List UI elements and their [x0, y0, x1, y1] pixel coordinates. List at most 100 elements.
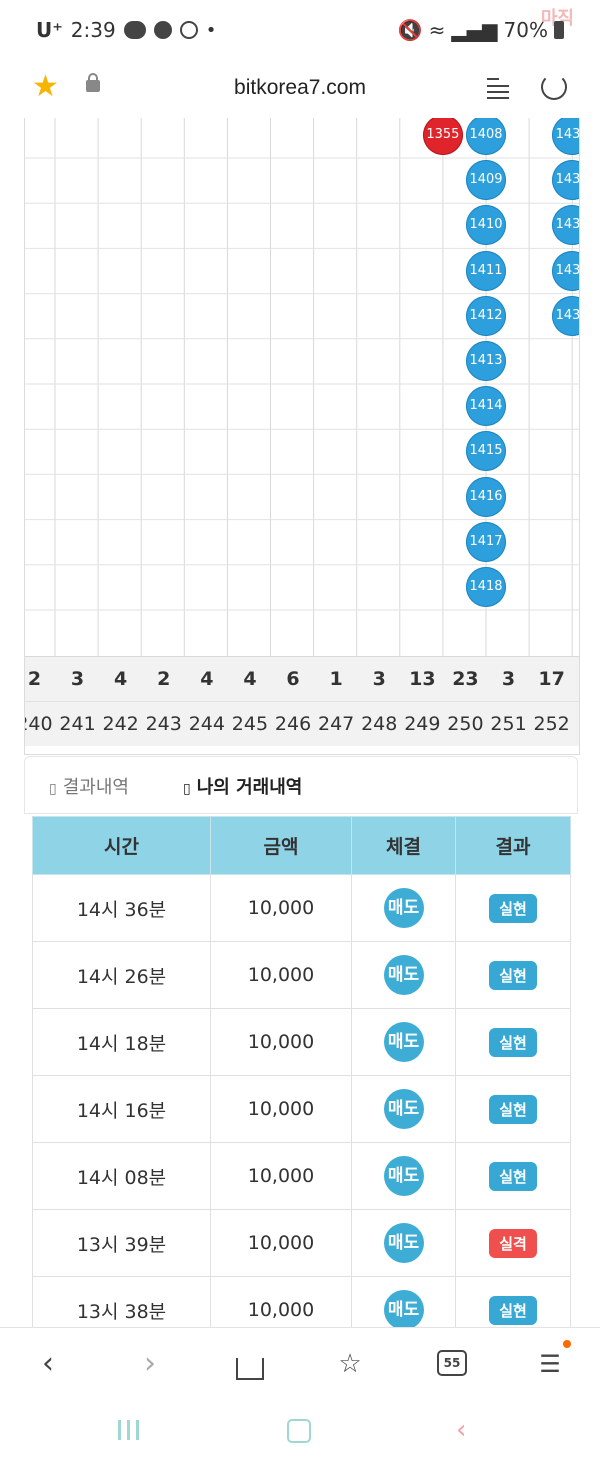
chat-icon — [153, 21, 172, 39]
tab-my-trades-label: 나의 거래내역 — [196, 777, 303, 798]
header-result: 결과 — [455, 816, 571, 875]
round-count-cell: 4 — [200, 668, 214, 690]
reader-mode-icon[interactable] — [487, 76, 509, 99]
reload-icon[interactable] — [541, 74, 567, 100]
round-number-cell: 242 — [102, 713, 139, 735]
bead-result-blue: 1416 — [466, 476, 506, 517]
status-right: 🔇 ≈ ▂▄▆ 70% — [398, 18, 564, 42]
menu-icon[interactable]: ☰ — [530, 1344, 570, 1384]
tab-icon: ▯ — [183, 781, 191, 797]
system-home-icon[interactable] — [287, 1419, 311, 1443]
round-number-cell: 252 — [533, 713, 570, 735]
bead-result-blue: 1418 — [466, 567, 506, 607]
history-tabs: ▯ 결과내역 ▯ 나의 거래내역 — [24, 756, 578, 814]
menu-notification-dot — [563, 1340, 571, 1348]
trade-fill-cell: 매도 — [351, 874, 456, 942]
round-number-row: 240 241 242 243 244 245246 247 248 249 250 251 252 — [25, 701, 579, 746]
recent-apps-icon[interactable] — [118, 1420, 142, 1440]
tab-my-trades[interactable]: ▯ 나의 거래내역 — [183, 773, 302, 799]
round-count-cell: 13 — [409, 668, 436, 690]
header-time: 시간 — [32, 816, 211, 875]
round-number-cell: 243 — [145, 713, 182, 735]
trade-fill-cell: 매도 — [351, 1209, 456, 1277]
table-row: 14시 18분 10,000 매도 실현 — [32, 1008, 571, 1076]
trade-amount: 10,000 — [210, 1008, 352, 1076]
trade-result-cell: 실현 — [455, 874, 571, 942]
round-number-cell: 250 — [447, 713, 484, 735]
back-icon[interactable]: ‹ — [28, 1344, 68, 1384]
battery-icon — [554, 21, 564, 39]
trade-time: 14시 36분 — [32, 874, 211, 942]
round-number-cell: 249 — [404, 713, 441, 735]
wifi-icon: ≈ — [428, 18, 446, 42]
home-icon[interactable] — [230, 1344, 270, 1384]
result-badge: 실현 — [489, 893, 537, 923]
status-left: U⁺ 2:39 • — [36, 18, 216, 42]
round-count-cell: 1 — [329, 668, 343, 690]
table-header-row: 시간 금액 체결 결과 — [32, 816, 571, 875]
result-badge: 실현 — [489, 1094, 537, 1124]
trade-amount: 10,000 — [210, 1209, 352, 1277]
round-count-cell: 3 — [70, 668, 85, 690]
trade-amount: 10,000 — [210, 1142, 352, 1210]
round-count-cell: 2 — [27, 668, 42, 690]
battery-level: 70% — [503, 18, 548, 42]
bead-result-blue: 1409 — [466, 160, 506, 201]
round-count-cell: 4 — [243, 668, 257, 690]
count-row: 2 3 4 2 4 4 6 1 3 13 23 3 17 — [25, 656, 579, 701]
trade-time: 14시 26분 — [32, 941, 211, 1009]
kakaotalk-icon — [123, 21, 146, 39]
trade-amount: 10,000 — [210, 874, 352, 942]
round-number-cell: 240 — [25, 713, 53, 735]
url-field[interactable]: bitkorea7.com — [0, 76, 600, 100]
system-back-icon[interactable]: ‹ — [456, 1415, 466, 1445]
tab-result-history[interactable]: ▯ 결과내역 — [49, 773, 129, 799]
bookmarks-icon[interactable]: ☆ — [330, 1344, 370, 1384]
round-number-cell: 244 — [188, 713, 225, 735]
trade-time: 14시 08분 — [32, 1142, 211, 1210]
sell-badge: 매도 — [383, 888, 424, 928]
forward-icon[interactable]: › — [130, 1344, 170, 1384]
table-row: 13시 39분 10,000 매도 실격 — [32, 1209, 571, 1277]
round-count-cell: 2 — [157, 668, 171, 690]
tabs-icon[interactable]: 55 — [437, 1350, 467, 1376]
round-count-cell: 6 — [286, 668, 300, 690]
header-amount: 금액 — [210, 816, 352, 875]
result-badge: 실현 — [489, 1295, 537, 1325]
round-count-cell: 3 — [372, 668, 386, 690]
bead-result-blue: 1417 — [466, 521, 506, 562]
trade-amount: 10,000 — [210, 941, 352, 1009]
bead-result-blue: 1437 — [552, 250, 579, 291]
trade-result-cell: 실현 — [455, 1075, 571, 1143]
carrier-label: U⁺ — [36, 18, 63, 42]
round-number-cell: 246 — [274, 713, 312, 735]
result-badge: 실현 — [489, 1161, 537, 1191]
round-count-cell: 4 — [114, 668, 128, 690]
tab-result-label: 결과내역 — [62, 777, 129, 798]
trade-fill-cell: 매도 — [351, 941, 456, 1009]
bead-result-blue: 1411 — [466, 250, 506, 291]
trade-time: 14시 18분 — [32, 1008, 211, 1076]
round-count-cell: 3 — [501, 668, 516, 690]
header-fill: 체결 — [351, 816, 456, 875]
trade-fill-cell: 매도 — [351, 1008, 456, 1076]
status-bar: U⁺ 2:39 • 마직 🔇 ≈ ▂▄▆ 70% — [0, 0, 600, 62]
browser-url-bar: ★ bitkorea7.com — [0, 62, 600, 118]
round-count-cell: 17 — [538, 668, 565, 690]
trade-result-cell: 실현 — [455, 941, 571, 1009]
round-number-cell: 245 — [231, 713, 269, 735]
trade-history-table: 시간 금액 체결 결과 14시 36분 10,000 매도 실현 14시 26분 10,0… — [32, 816, 571, 1344]
sell-badge: 매도 — [383, 1089, 424, 1129]
trade-amount: 10,000 — [210, 1075, 352, 1143]
sell-badge: 매도 — [383, 1156, 424, 1196]
clock: 2:39 — [70, 18, 116, 42]
round-number-cell: 248 — [361, 713, 398, 735]
trade-result-cell: 실현 — [455, 1008, 571, 1076]
table-row: 14시 36분 10,000 매도 실현 — [32, 874, 571, 942]
bead-result-blue: 1412 — [466, 295, 506, 336]
result-badge: 실현 — [489, 960, 537, 990]
trade-fill-cell: 매도 — [351, 1142, 456, 1210]
system-nav-bar: ‹ — [0, 1395, 600, 1467]
round-number-cell: 241 — [59, 713, 96, 735]
table-row: 14시 08분 10,000 매도 실현 — [32, 1142, 571, 1210]
